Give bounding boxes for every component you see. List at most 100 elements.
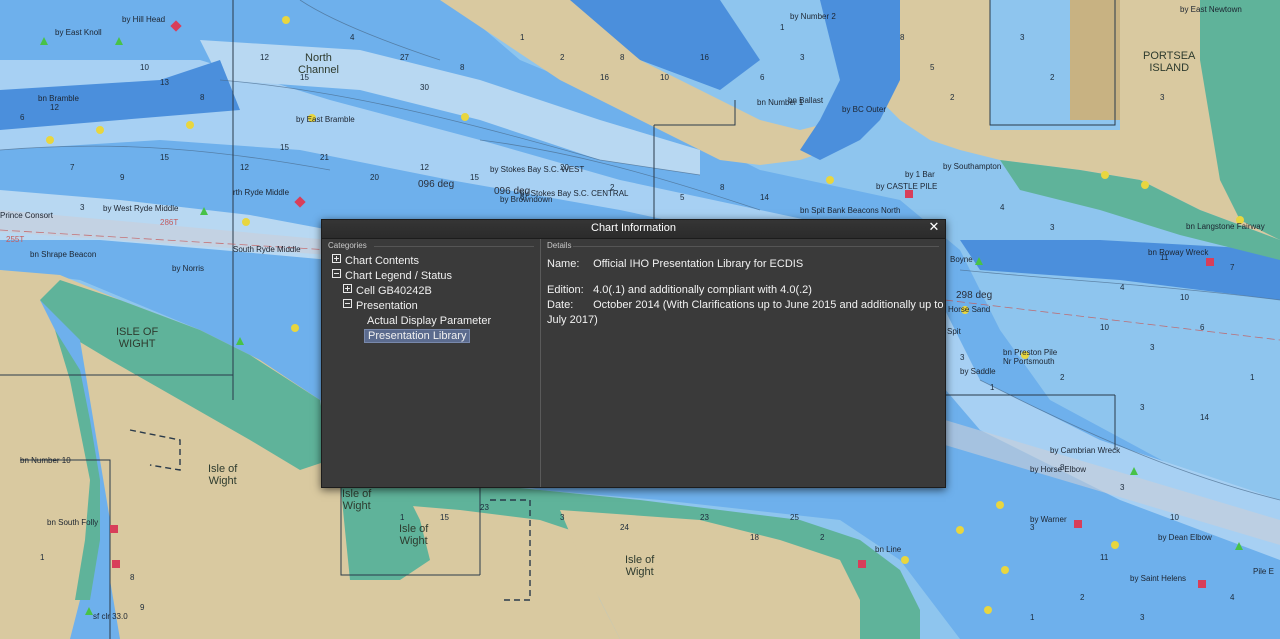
name-value: Official IHO Presentation Library for EC…: [593, 258, 804, 270]
map-label: Horse Sand: [948, 305, 991, 314]
svg-text:3: 3: [1120, 483, 1125, 492]
tree-item-chart-contents[interactable]: Chart Contents: [332, 254, 419, 269]
svg-text:21: 21: [320, 153, 329, 162]
map-label-isle-of-wight: Isle of Wight: [399, 523, 429, 547]
map-label-isle-of-wight: Isle of Wight: [208, 463, 238, 487]
svg-text:8: 8: [720, 183, 725, 192]
close-icon[interactable]: ✕: [927, 221, 941, 235]
map-label: by Saddle: [960, 367, 996, 376]
map-label: bn Line: [875, 545, 902, 554]
svg-text:1: 1: [990, 383, 995, 392]
svg-text:3: 3: [1140, 403, 1145, 412]
tree-item-cell[interactable]: Cell GB40242B: [343, 284, 432, 299]
map-label: bn Roway Wreck: [1148, 248, 1209, 257]
svg-text:3: 3: [1030, 523, 1035, 532]
expand-plus-icon[interactable]: [332, 254, 341, 263]
svg-text:13: 13: [160, 78, 169, 87]
svg-text:2: 2: [1060, 373, 1065, 382]
svg-text:2: 2: [560, 53, 565, 62]
chart-information-dialog: Chart Information ✕ Categories Chart Con…: [321, 219, 946, 488]
svg-text:14: 14: [760, 193, 769, 202]
svg-text:1: 1: [1030, 613, 1035, 622]
map-label: bn Spit Bank Beacons North: [800, 206, 901, 215]
svg-text:9: 9: [120, 173, 125, 182]
map-label: by Horse Elbow: [1030, 465, 1087, 474]
map-label-isle-of-wight: Isle of Wight: [625, 554, 655, 578]
svg-text:6: 6: [20, 113, 25, 122]
map-label: bn South Folly: [47, 518, 99, 527]
tree-item-presentation[interactable]: Presentation: [343, 299, 418, 314]
svg-text:4: 4: [1000, 203, 1005, 212]
svg-text:8: 8: [460, 63, 465, 72]
map-label: by East Knoll: [55, 28, 102, 37]
map-label: bn Number 10: [20, 456, 71, 465]
svg-text:12: 12: [240, 163, 249, 172]
svg-text:1: 1: [400, 513, 405, 522]
svg-text:2: 2: [1080, 593, 1085, 602]
svg-text:11: 11: [1100, 553, 1109, 562]
collapse-minus-icon[interactable]: [343, 299, 352, 308]
svg-text:23: 23: [700, 513, 709, 522]
map-label: South Ryde Middle: [233, 245, 301, 254]
dialog-titlebar[interactable]: Chart Information ✕: [322, 220, 945, 239]
date-label: Date:: [547, 299, 574, 311]
svg-text:14: 14: [1200, 413, 1209, 422]
date-value-continued: July 2017): [547, 314, 598, 326]
svg-text:3: 3: [960, 353, 965, 362]
svg-text:4: 4: [1120, 283, 1125, 292]
svg-text:10: 10: [1180, 293, 1189, 302]
svg-text:15: 15: [280, 143, 289, 152]
map-label-portsea-island: PORTSEA ISLAND: [1143, 50, 1196, 74]
svg-text:8: 8: [900, 33, 905, 42]
map-label: by East Bramble: [296, 115, 355, 124]
map-label: by Number 2: [790, 12, 836, 21]
svg-text:23: 23: [480, 503, 489, 512]
map-label: by Saint Helens: [1130, 574, 1187, 583]
details-panel: Details Name: Official IHO Presentation …: [541, 239, 945, 487]
svg-text:1: 1: [1250, 373, 1255, 382]
svg-text:3: 3: [80, 203, 85, 212]
map-heading-label: 286T: [160, 218, 179, 227]
map-label-isle-of-wight: ISLE OF WIGHT: [116, 326, 159, 350]
svg-text:3: 3: [1140, 613, 1145, 622]
svg-text:9: 9: [140, 603, 145, 612]
map-label: bn Preston Pile Nr Portsmouth: [1003, 348, 1058, 366]
svg-text:10: 10: [660, 73, 669, 82]
collapse-minus-icon[interactable]: [332, 269, 341, 278]
svg-text:5: 5: [930, 63, 935, 72]
map-label: Pile E: [1253, 567, 1274, 576]
svg-text:1: 1: [40, 553, 45, 562]
tree-item-chart-legend-status[interactable]: Chart Legend / Status: [332, 269, 452, 284]
categories-panel: Categories Chart Contents Chart Legend /…: [322, 239, 541, 487]
map-label: by BC Outer: [842, 105, 887, 114]
svg-text:10: 10: [1100, 323, 1109, 332]
map-label: by Dean Elbow: [1158, 533, 1212, 542]
details-title: Details: [547, 241, 572, 250]
svg-text:3: 3: [1150, 343, 1155, 352]
svg-text:30: 30: [420, 83, 429, 92]
map-heading-label: 096 deg: [418, 179, 455, 190]
svg-text:1: 1: [780, 23, 785, 32]
edition-label: Edition:: [547, 284, 584, 296]
svg-text:15: 15: [440, 513, 449, 522]
svg-text:16: 16: [600, 73, 609, 82]
map-label: by Cambrian Wreck: [1050, 446, 1121, 455]
svg-text:6: 6: [760, 73, 765, 82]
map-label-north-channel: North Channel: [298, 52, 339, 76]
svg-text:16: 16: [700, 53, 709, 62]
tree-item-presentation-library[interactable]: Presentation Library: [364, 329, 471, 344]
svg-text:25: 25: [790, 513, 799, 522]
svg-text:10: 10: [1170, 513, 1179, 522]
svg-text:3: 3: [800, 53, 805, 62]
svg-text:12: 12: [420, 163, 429, 172]
svg-text:8: 8: [200, 93, 205, 102]
map-label: bn Number 1: [757, 98, 804, 107]
tree-item-actual-display-parameter[interactable]: Actual Display Parameter: [367, 314, 491, 329]
map-label: by CASTLE PILE: [876, 182, 938, 191]
dialog-title: Chart Information: [591, 222, 676, 234]
map-label: by West Ryde Middle: [103, 204, 179, 213]
edition-value: 4.0(.1) and additionally compliant with …: [593, 284, 812, 296]
svg-text:8: 8: [620, 53, 625, 62]
expand-plus-icon[interactable]: [343, 284, 352, 293]
map-label: by East Newtown: [1180, 5, 1242, 14]
